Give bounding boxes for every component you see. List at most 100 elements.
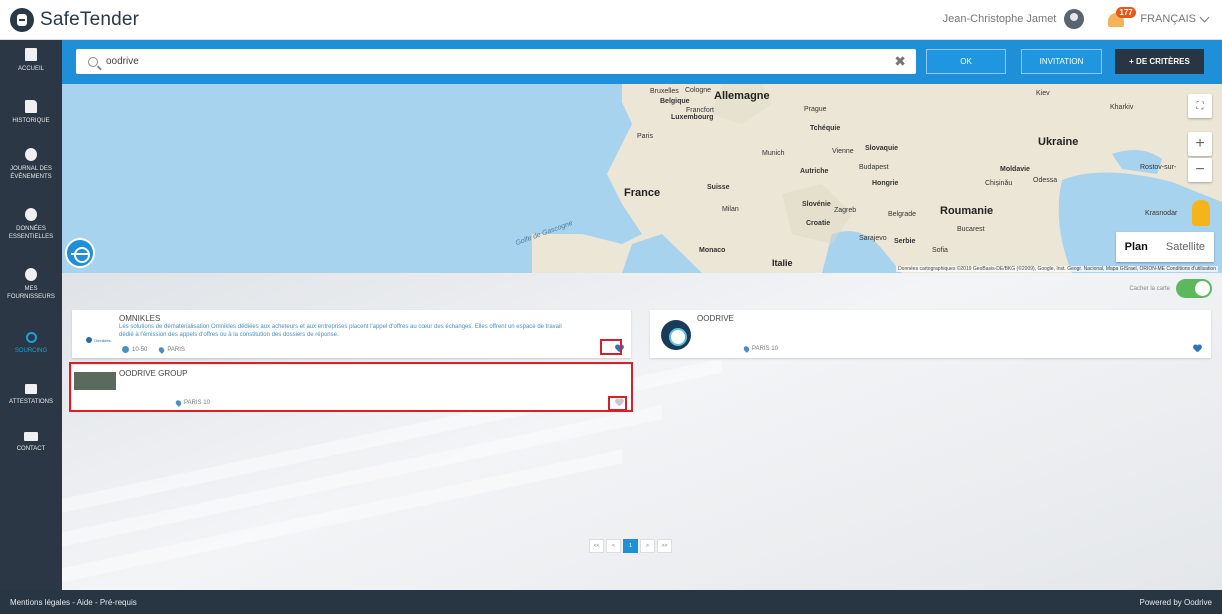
search-input[interactable] (106, 56, 896, 67)
map-type-plan[interactable]: Plan (1116, 232, 1157, 262)
card-title[interactable]: OODRIVE (697, 314, 734, 323)
pagination-first[interactable]: << (589, 539, 604, 553)
sidebar-item-label: ATTESTATIONS (8, 399, 53, 405)
footer: Mentions légales - Aide - Pré-requis Pow… (0, 590, 1222, 614)
card-city: PARIS (167, 346, 185, 353)
map-label: Serbie (894, 238, 916, 245)
ok-button[interactable]: OK (926, 49, 1006, 74)
pagination-page[interactable]: 1 (623, 539, 638, 553)
fullscreen-icon[interactable]: ⛶ (1188, 94, 1212, 118)
location-pin-icon (742, 345, 751, 353)
notification-count: 177 (1116, 7, 1136, 18)
mail-icon (24, 432, 38, 441)
clear-icon[interactable]: ✖ (894, 54, 906, 68)
map-label: Chișinău (985, 180, 1013, 187)
map-label: Bruxelles (650, 88, 679, 95)
card-title[interactable]: OMNIKLES (119, 314, 160, 323)
database-icon (25, 208, 37, 221)
map-label: Slovénie (802, 201, 831, 208)
sidebar-item-label: ACCUEIL (17, 66, 44, 72)
sidebar-item-label: HISTORIQUE (12, 118, 50, 124)
pagination-next[interactable]: > (640, 539, 655, 553)
map-label: Bucarest (957, 226, 985, 233)
zoom-out-icon[interactable]: − (1188, 158, 1212, 182)
globe-icon (25, 268, 37, 281)
map-copyright: Données cartographiques ©2019 GeoBasis-D… (896, 266, 1218, 272)
pagination-prev[interactable]: < (606, 539, 621, 553)
user-avatar-icon[interactable] (1064, 9, 1085, 29)
map-label: Kiev (1036, 90, 1050, 97)
map-label: Suisse (707, 184, 730, 191)
location-pin-icon (157, 345, 166, 354)
map-label: Francfort (686, 107, 715, 114)
map-label: France (624, 187, 661, 199)
footer-links[interactable]: Mentions légales - Aide - Pré-requis (10, 598, 137, 607)
omnikles-logo: Omnikles (86, 337, 111, 343)
map-label: Slovaquie (865, 145, 899, 152)
result-card-oodrive[interactable]: OODRIVE PARIS 10 (650, 310, 1211, 358)
map-label: Sofia (932, 247, 948, 254)
map-label: Paris (637, 133, 653, 140)
map-label: Italie (772, 258, 793, 268)
sidebar: ACCUEIL HISTORIQUE JOURNAL DES ÉVÉNEMENT… (0, 40, 62, 590)
search-icon (88, 56, 98, 67)
map-type-switch: Plan Satellite (1115, 232, 1214, 262)
map-label: Moldavie (1000, 166, 1030, 173)
zoom-in-icon[interactable]: + (1188, 132, 1212, 156)
sidebar-item-label: CONTACT (16, 446, 46, 452)
pagination: << < 1 > >> (589, 539, 672, 553)
notifications-button[interactable]: 177 (1106, 7, 1136, 29)
favorite-heart-icon[interactable] (1193, 345, 1202, 353)
user-area: Jean-Christophe Jamet 177 FRANÇAIS (943, 7, 1210, 29)
sidebar-item-attestations[interactable]: ATTESTATIONS (0, 384, 62, 406)
card-employees: 10-50 (132, 346, 148, 353)
safetender-logo-icon (10, 8, 34, 32)
employees-icon (122, 346, 129, 353)
invitation-button[interactable]: INVITATION (1021, 49, 1102, 74)
map-label: Sarajevo (859, 235, 887, 242)
sidebar-item-contact[interactable]: CONTACT (0, 432, 62, 453)
highlight-box (608, 396, 627, 411)
sidebar-item-journal[interactable]: JOURNAL DES ÉVÉNEMENTS (0, 148, 62, 181)
language-selector[interactable]: FRANÇAIS (1140, 12, 1210, 25)
sidebar-item-sourcing[interactable]: SOURCING (0, 332, 62, 355)
user-name[interactable]: Jean-Christophe Jamet (943, 13, 1057, 25)
map-label: Krasnodar (1145, 210, 1178, 217)
result-card-omnikles[interactable]: Omnikles OMNIKLES Les solutions de démat… (72, 310, 631, 358)
map-label: Tchéquie (810, 125, 841, 132)
street-view-icon[interactable] (1192, 200, 1210, 226)
locate-icon[interactable] (65, 238, 95, 268)
top-bar: SafeTender Jean-Christophe Jamet 177 FRA… (0, 0, 1222, 40)
map-label: Munich (762, 150, 785, 157)
map-label: Roumanie (940, 205, 994, 217)
map-label: Belgrade (888, 211, 917, 218)
map[interactable]: Bruxelles Cologne Allemagne Belgique Fra… (62, 84, 1222, 273)
hide-map-label: Cacher la carte (1129, 285, 1170, 292)
sidebar-item-historique[interactable]: HISTORIQUE (0, 100, 62, 125)
book-icon (25, 48, 37, 61)
map-type-satellite[interactable]: Satellite (1157, 232, 1214, 262)
map-label: Kharkiv (1110, 104, 1134, 111)
sidebar-item-label: MES FOURNISSEURS (7, 286, 55, 300)
more-criteria-button[interactable]: + DE CRITÈRES (1115, 49, 1204, 74)
app-name: SafeTender (40, 9, 140, 30)
sidebar-item-donnees[interactable]: DONNÉES ESSENTIELLES (0, 208, 62, 241)
brand[interactable]: SafeTender (10, 7, 139, 33)
sidebar-item-accueil[interactable]: ACCUEIL (0, 48, 62, 73)
map-label: Milan (722, 206, 739, 213)
folder-icon (25, 384, 37, 394)
map-label: Croatie (806, 220, 831, 227)
map-label: Belgique (660, 98, 690, 105)
hide-map-toggle[interactable] (1176, 279, 1212, 298)
card-meta: PARIS 10 (742, 345, 778, 353)
sidebar-item-fournisseurs[interactable]: MES FOURNISSEURS (0, 268, 62, 301)
hide-map-toggle-row: Cacher la carte (1129, 279, 1212, 298)
map-label: Ukraine (1038, 136, 1079, 148)
search-icon (25, 332, 37, 343)
pagination-last[interactable]: >> (657, 539, 672, 553)
map-label: Zagreb (834, 207, 857, 214)
map-label: Vienne (832, 148, 854, 155)
sidebar-item-label: JOURNAL DES ÉVÉNEMENTS (10, 166, 52, 180)
sidebar-item-label: SOURCING (14, 348, 48, 354)
footer-powered-by: Powered by Oodrive (1139, 598, 1212, 607)
